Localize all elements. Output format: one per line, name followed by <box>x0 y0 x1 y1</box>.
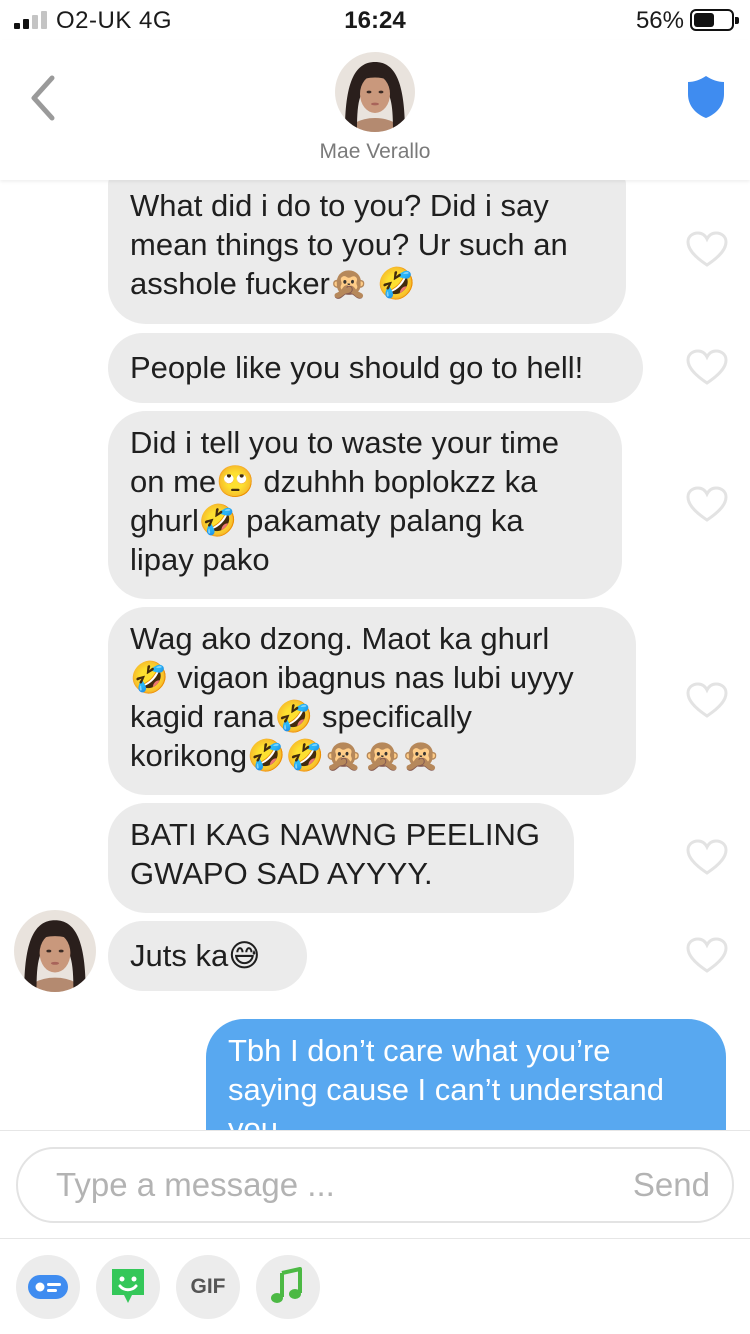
send-button[interactable]: Send <box>633 1149 710 1221</box>
attachment-toolbar: GIF <box>0 1238 750 1334</box>
message-list[interactable]: What did i do to you? Did i say mean thi… <box>0 180 750 1130</box>
battery-percentage: 56% <box>635 7 684 34</box>
shield-icon <box>688 76 724 118</box>
gif-button[interactable]: GIF <box>176 1255 240 1319</box>
message-line: 🤣 vigaon ibagnus nas lubi uyyy <box>130 660 574 695</box>
gif-label: GIF <box>190 1275 226 1298</box>
message-line: you <box>228 1111 278 1130</box>
heart-icon[interactable] <box>686 231 728 269</box>
message-line: lipay pako <box>130 542 270 577</box>
contact-card-button[interactable] <box>16 1255 80 1319</box>
safety-button[interactable] <box>686 74 726 120</box>
message-line: saying cause I can’t understand <box>228 1072 664 1107</box>
message-line: mean things to you? Ur such an <box>130 227 568 262</box>
heart-icon[interactable] <box>686 839 728 877</box>
message-line: kagid rana🤣 specifically <box>130 699 472 734</box>
back-button[interactable] <box>22 70 68 126</box>
music-note-icon <box>271 1267 302 1303</box>
message-line: Wag ako dzong. Maot ka ghurl <box>130 621 550 656</box>
outgoing-message-bubble: Tbh I don’t care what you’re saying caus… <box>206 1019 726 1130</box>
contact-avatar[interactable] <box>335 52 415 132</box>
message-input[interactable] <box>56 1149 596 1221</box>
chat-header: Mae Verallo <box>0 40 750 180</box>
message-line: Tbh I don’t care what you’re <box>228 1033 611 1068</box>
heart-icon[interactable] <box>686 486 728 524</box>
message-bubble: Juts ka😅 <box>108 921 307 991</box>
message-line: on me🙄 dzuhhh boplokzz ka <box>130 464 538 499</box>
contact-avatar-small[interactable] <box>14 910 96 992</box>
message-bubble: Did i tell you to waste your time on me🙄… <box>108 411 622 599</box>
heart-icon[interactable] <box>686 937 728 975</box>
heart-icon[interactable] <box>686 349 728 387</box>
sticker-icon <box>112 1269 144 1303</box>
status-bar: O2-UK 4G 16:24 56% <box>0 0 750 40</box>
message-input-container: Send <box>16 1147 734 1223</box>
contact-name[interactable]: Mae Verallo <box>0 140 750 164</box>
heart-icon[interactable] <box>686 682 728 720</box>
message-line: ghurl🤣 pakamaty palang ka <box>130 503 524 538</box>
message-line: Did i tell you to waste your time <box>130 425 560 460</box>
message-line: BATI KAG NAWNG PEELING <box>130 817 540 852</box>
contact-card-icon <box>28 1275 68 1299</box>
message-bubble: What did i do to you? Did i say mean thi… <box>108 180 626 324</box>
message-bubble: BATI KAG NAWNG PEELING GWAPO SAD AYYYY. <box>108 803 574 913</box>
composer: Send <box>0 1130 750 1238</box>
battery-icon <box>690 9 739 31</box>
message-bubble: People like you should go to hell! <box>108 333 643 403</box>
message-line: People like you should go to hell! <box>130 350 584 385</box>
message-line: asshole fucker🙊 🤣 <box>130 266 416 301</box>
chevron-left-icon <box>31 75 55 121</box>
message-line: korikong🤣🤣🙊🙊🙊 <box>130 738 441 773</box>
message-line: GWAPO SAD AYYYY. <box>130 856 433 891</box>
message-line: What did i do to you? Did i say <box>130 188 549 223</box>
music-button[interactable] <box>256 1255 320 1319</box>
message-bubble: Wag ako dzong. Maot ka ghurl 🤣 vigaon ib… <box>108 607 636 795</box>
sticker-button[interactable] <box>96 1255 160 1319</box>
message-line: Juts ka😅 <box>130 938 261 973</box>
